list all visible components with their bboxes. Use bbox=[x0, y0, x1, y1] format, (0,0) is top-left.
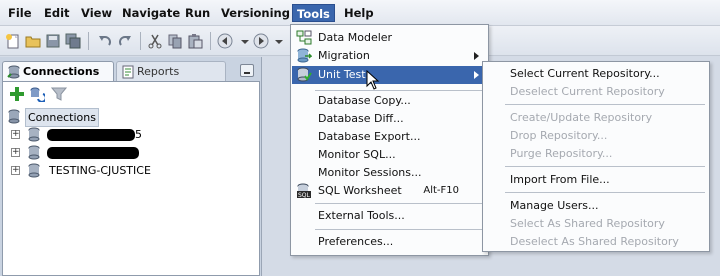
menu-item-external-tools[interactable]: External Tools... bbox=[292, 207, 487, 225]
menu-item-label: Migration bbox=[318, 49, 370, 62]
menu-item-select-as-shared-repository: Select As Shared Repository bbox=[510, 217, 665, 230]
refresh-icon[interactable] bbox=[29, 86, 45, 102]
menu-item-select-current-repository[interactable]: Select Current Repository... bbox=[484, 65, 708, 83]
forward-icon[interactable] bbox=[252, 33, 270, 49]
tools-menu: Data Modeler Migration Unit Test Databas… bbox=[290, 24, 489, 256]
menu-item-database-copy[interactable]: Database Copy... bbox=[292, 92, 487, 110]
menu-separator bbox=[505, 166, 705, 167]
menu-navigate[interactable]: Navigate bbox=[118, 4, 184, 22]
back-icon[interactable] bbox=[216, 33, 234, 49]
menu-item-monitor-sql[interactable]: Monitor SQL... bbox=[292, 146, 487, 164]
tab-reports-label: Reports bbox=[137, 65, 180, 78]
svg-text:SQL: SQL bbox=[298, 192, 311, 199]
tree-root-label: Connections bbox=[25, 108, 99, 127]
menu-view[interactable]: View bbox=[77, 4, 116, 22]
menu-separator bbox=[315, 90, 484, 91]
menu-item-data-modeler[interactable]: Data Modeler bbox=[292, 29, 487, 47]
cut-icon[interactable] bbox=[146, 33, 164, 49]
menu-item-unit-test[interactable]: Unit Test bbox=[292, 66, 487, 84]
database-icon bbox=[28, 145, 40, 160]
tree-item-connection[interactable]: + 5 bbox=[11, 126, 211, 143]
menu-run[interactable]: Run bbox=[181, 4, 214, 22]
submenu-arrow-icon bbox=[474, 71, 479, 79]
menu-item-manage-users[interactable]: Manage Users... bbox=[484, 197, 708, 215]
open-icon[interactable] bbox=[24, 33, 42, 49]
submenu-arrow-icon bbox=[474, 52, 479, 60]
tree-item-connection[interactable]: + TESTING-CJUSTICE bbox=[11, 162, 211, 179]
menu-item-monitor-sessions[interactable]: Monitor Sessions... bbox=[292, 164, 487, 182]
menu-help[interactable]: Help bbox=[340, 4, 378, 22]
menu-separator bbox=[505, 192, 705, 193]
tab-connections[interactable]: Connections bbox=[2, 61, 114, 81]
expand-toggle[interactable]: + bbox=[11, 148, 20, 157]
tree-item-label-tail: 5 bbox=[135, 128, 142, 141]
migration-icon bbox=[297, 48, 312, 63]
database-icon bbox=[28, 163, 40, 178]
data-modeler-icon bbox=[296, 30, 312, 45]
new-icon[interactable] bbox=[4, 33, 22, 49]
menu-item-deselect-as-shared-repository: Deselect As Shared Repository bbox=[510, 235, 679, 248]
add-connection-icon[interactable] bbox=[9, 86, 25, 102]
redo-icon[interactable] bbox=[116, 33, 134, 49]
connections-tree-area: Connections + 5 + + TESTING-CJUSTICE bbox=[2, 81, 260, 276]
menu-item-deselect-current-repository: Deselect Current Repository bbox=[510, 85, 665, 98]
redacted-label bbox=[47, 147, 139, 159]
copy-icon[interactable] bbox=[166, 33, 184, 49]
expand-toggle[interactable]: + bbox=[11, 130, 20, 139]
menu-separator bbox=[505, 104, 705, 105]
menu-versioning[interactable]: Versioning bbox=[217, 4, 294, 22]
menu-item-sql-worksheet[interactable]: SQL SQL Worksheet Alt-F10 bbox=[292, 182, 487, 200]
menu-edit[interactable]: Edit bbox=[40, 4, 74, 22]
menu-separator bbox=[315, 203, 484, 204]
unit-test-icon bbox=[297, 67, 312, 82]
unit-test-submenu: Select Current Repository... Deselect Cu… bbox=[482, 61, 710, 252]
menu-file[interactable]: File bbox=[4, 4, 36, 22]
menu-tools[interactable]: Tools bbox=[292, 4, 335, 22]
mouse-cursor-icon bbox=[366, 70, 380, 90]
database-icon bbox=[28, 127, 40, 142]
dropdown-arrow-icon[interactable] bbox=[270, 33, 288, 49]
connections-panel: Connections Reports Connections + 5 + + … bbox=[0, 57, 262, 276]
menu-item-migration[interactable]: Migration bbox=[292, 47, 487, 65]
paste-icon[interactable] bbox=[186, 33, 204, 49]
menu-item-label: Data Modeler bbox=[318, 31, 393, 44]
save-all-icon[interactable] bbox=[64, 33, 82, 49]
menu-item-import-from-file[interactable]: Import From File... bbox=[484, 171, 708, 189]
connections-icon bbox=[8, 109, 20, 124]
tab-connections-label: Connections bbox=[23, 65, 100, 78]
menu-item-purge-repository: Purge Repository... bbox=[510, 147, 613, 160]
menu-item-database-diff[interactable]: Database Diff... bbox=[292, 110, 487, 128]
menu-item-preferences[interactable]: Preferences... bbox=[292, 233, 487, 251]
menu-item-label: SQL Worksheet bbox=[318, 184, 402, 197]
sql-worksheet-icon: SQL bbox=[297, 183, 311, 199]
filter-icon[interactable] bbox=[51, 86, 67, 102]
save-icon[interactable] bbox=[44, 33, 62, 49]
tree-item-label: TESTING-CJUSTICE bbox=[49, 164, 151, 177]
minimize-button[interactable] bbox=[240, 64, 254, 77]
expand-toggle[interactable]: + bbox=[11, 166, 20, 175]
tree-item-connection[interactable]: + bbox=[11, 144, 211, 161]
menu-separator bbox=[315, 229, 484, 230]
menu-item-label: Unit Test bbox=[318, 68, 366, 81]
menu-item-database-export[interactable]: Database Export... bbox=[292, 128, 487, 146]
menu-item-drop-repository: Drop Repository... bbox=[510, 129, 608, 142]
menu-item-create-update-repository: Create/Update Repository bbox=[510, 111, 653, 124]
accelerator-label: Alt-F10 bbox=[423, 185, 459, 196]
tab-reports[interactable]: Reports bbox=[116, 61, 226, 81]
undo-icon[interactable] bbox=[96, 33, 114, 49]
redacted-label bbox=[47, 129, 135, 141]
menu-bar: File Edit View Navigate Run Versioning T… bbox=[0, 0, 720, 26]
